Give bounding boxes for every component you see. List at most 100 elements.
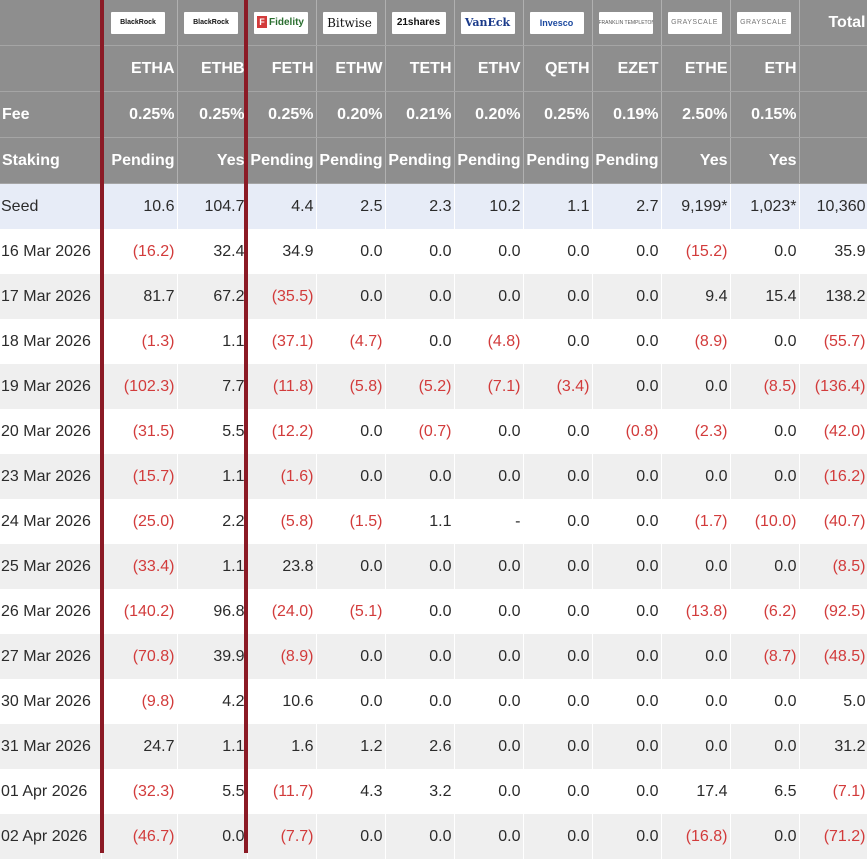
flow-cell: (7.7) [247,814,317,859]
flow-cell: 0.0 [316,814,386,859]
flow-cell: 4.3 [316,769,386,814]
flow-cell: (12.2) [247,409,317,454]
issuer-logo: Invesco [529,11,584,34]
ticker-row: ETHA ETHB FETH ETHW TETH ETHV QETH EZET ETHE ETH [0,45,867,92]
flow-cell: 0.0 [523,724,593,769]
staking-cell: Pending [592,137,662,184]
flow-cell: 1.1 [177,319,248,364]
flow-cell: (46.7) [101,814,178,859]
corner-cell [0,0,102,46]
row-date-label: 23 Mar 2026 [0,454,102,499]
ticker-label-cell [0,45,102,92]
flow-cell: 0.0 [385,454,455,499]
total-flow-cell: (71.2) [799,814,867,859]
flow-cell: (15.7) [101,454,178,499]
flow-cell: 3.2 [385,769,455,814]
flow-cell: (1.6) [247,454,317,499]
fee-label: Fee [0,91,102,138]
flow-cell: (8.5) [730,364,800,409]
fee-cell: 0.25% [523,91,593,138]
row-date-label: 30 Mar 2026 [0,679,102,724]
flow-cell: 15.4 [730,274,800,319]
flow-cell: (4.8) [454,319,524,364]
ticker-total-cell [799,45,867,92]
flow-cell: 2.7 [592,183,662,229]
issuer-logo: VanEck [460,11,515,34]
flow-cell: (16.2) [101,229,178,274]
total-flow-cell: (55.7) [799,319,867,364]
flow-cell: 0.0 [316,679,386,724]
table-row: 19 Mar 2026 (102.3) 7.7 (11.8) (5.8) (5.2) (7.… [0,364,867,409]
fee-cell: 2.50% [661,91,731,138]
flow-cell: 0.0 [592,679,662,724]
flow-cell: 0.0 [661,454,731,499]
ticker-cell: TETH [385,45,455,92]
table-row: 16 Mar 2026 (16.2) 32.4 34.9 0.0 0.0 0.0 0.0 0.0… [0,229,867,274]
flow-cell: 0.0 [730,544,800,589]
flow-cell: 0.0 [385,319,455,364]
row-date-label: 25 Mar 2026 [0,544,102,589]
total-flow-cell: (40.7) [799,499,867,544]
total-flow-cell: 31.2 [799,724,867,769]
flow-cell: 23.8 [247,544,317,589]
flow-cell: 0.0 [454,679,524,724]
ticker-cell: ETHB [177,45,248,92]
flow-cell: 4.2 [177,679,248,724]
flow-cell: 0.0 [592,454,662,499]
flow-cell: 5.5 [177,409,248,454]
issuer-name: VanEck [464,15,511,29]
flow-cell: 1.1 [177,454,248,499]
total-flow-cell: (136.4) [799,364,867,409]
flow-cell: 10.6 [247,679,317,724]
row-date-label: 16 Mar 2026 [0,229,102,274]
issuer-logo: GRAYSCALE [736,11,791,34]
flow-cell: (8.7) [730,634,800,679]
table-row: 23 Mar 2026 (15.7) 1.1 (1.6) 0.0 0.0 0.0 0.0 0.0… [0,454,867,499]
staking-cell: Pending [101,137,178,184]
flow-cell: 0.0 [454,274,524,319]
flow-cell: (24.0) [247,589,317,634]
flow-cell: 0.0 [730,319,800,364]
flow-cell: 0.0 [177,814,248,859]
fee-cell: 0.25% [177,91,248,138]
flow-cell: (37.1) [247,319,317,364]
ticker-cell: ETH [730,45,800,92]
flow-cell: (8.9) [247,634,317,679]
flow-cell: (0.7) [385,409,455,454]
flow-cell: 0.0 [523,499,593,544]
flow-cell: (11.8) [247,364,317,409]
staking-cell: Pending [247,137,317,184]
staking-row: Staking Pending Yes Pending Pending Pending Pe… [0,137,867,184]
flow-cell: 96.8 [177,589,248,634]
flow-cell: 0.0 [730,454,800,499]
flow-cell: 0.0 [454,454,524,499]
issuer-logo: BlackRock [184,11,238,34]
fee-cell: 0.20% [316,91,386,138]
flow-cell: (32.3) [101,769,178,814]
flow-cell: 0.0 [523,679,593,724]
ticker-cell: ETHA [101,45,178,92]
flow-cell: 0.0 [592,274,662,319]
flow-cell: 1.1 [385,499,455,544]
flow-cell: 0.0 [592,634,662,679]
flow-cell: 0.0 [316,409,386,454]
flow-cell: 34.9 [247,229,317,274]
flow-cell: 0.0 [385,679,455,724]
issuer-logo-cell: GRAYSCALE [730,0,800,46]
flow-cell: 0.0 [523,544,593,589]
flow-cell: 1.1 [177,724,248,769]
fee-cell: 0.21% [385,91,455,138]
total-flow-cell: (16.2) [799,454,867,499]
ticker-cell: ETHW [316,45,386,92]
flow-cell: 0.0 [592,769,662,814]
flow-cell: 0.0 [730,409,800,454]
flow-cell: 0.0 [730,229,800,274]
flow-cell: (25.0) [101,499,178,544]
table-row: 31 Mar 2026 24.7 1.1 1.6 1.2 2.6 0.0 0.0 0.0 0.0 0… [0,724,867,769]
table-row: 02 Apr 2026 (46.7) 0.0 (7.7) 0.0 0.0 0.0 0.0 0.0… [0,814,867,859]
staking-cell: Pending [523,137,593,184]
flow-cell: 104.7 [177,183,248,229]
total-flow-cell: (92.5) [799,589,867,634]
flow-cell: (10.0) [730,499,800,544]
table-row: 01 Apr 2026 (32.3) 5.5 (11.7) 4.3 3.2 0.0 0.0 0.… [0,769,867,814]
